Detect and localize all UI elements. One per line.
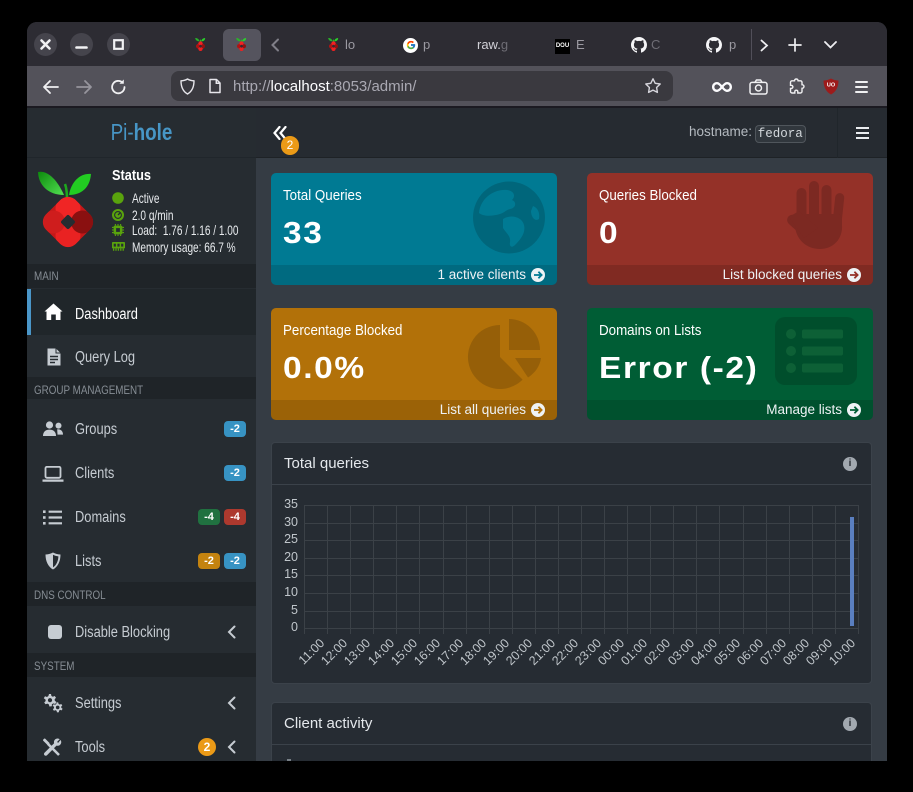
svg-text:UO: UO [827, 83, 836, 89]
